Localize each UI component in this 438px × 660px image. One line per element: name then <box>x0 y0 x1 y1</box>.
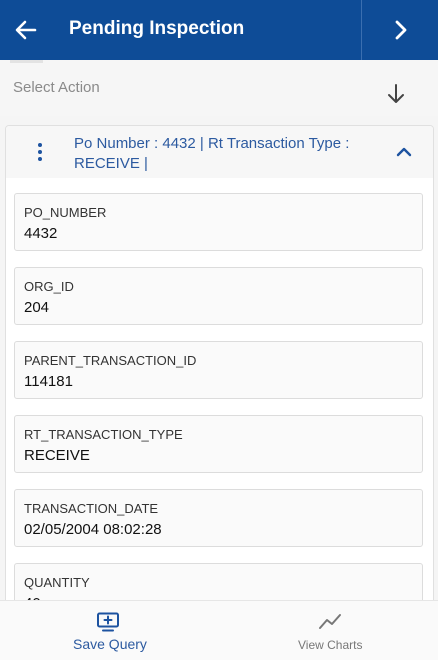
monitor-plus-icon <box>97 612 119 632</box>
field-label: PO_NUMBER <box>24 205 107 220</box>
line-chart-icon <box>319 614 341 629</box>
field-org-id: ORG_ID 204 <box>14 267 423 325</box>
field-value: 4432 <box>24 225 58 242</box>
header-divider <box>361 0 362 60</box>
field-label: QUANTITY <box>24 575 90 590</box>
view-charts-label: View Charts <box>298 638 363 652</box>
select-action-label: Select Action <box>13 79 100 96</box>
app-header: Pending Inspection <box>0 0 438 60</box>
save-query-button[interactable]: Save Query <box>60 601 155 660</box>
field-value: RECEIVE <box>24 447 90 464</box>
field-parent-transaction-id: PARENT_TRANSACTION_ID 114181 <box>14 341 423 399</box>
record-card: Po Number : 4432 | Rt Transaction Type :… <box>5 125 434 617</box>
field-label: RT_TRANSACTION_TYPE <box>24 427 183 442</box>
field-label: TRANSACTION_DATE <box>24 501 159 516</box>
field-value: 114181 <box>24 373 73 390</box>
field-label: ORG_ID <box>24 279 74 294</box>
field-po-number: PO_NUMBER 4432 <box>14 193 423 251</box>
field-label: PARENT_TRANSACTION_ID <box>24 353 197 368</box>
card-header[interactable]: Po Number : 4432 | Rt Transaction Type :… <box>6 126 433 178</box>
save-query-label: Save Query <box>73 636 147 652</box>
chevron-up-icon[interactable] <box>394 142 414 162</box>
chevron-right-icon[interactable] <box>388 16 414 44</box>
arrow-left-icon[interactable] <box>12 16 40 44</box>
page-title: Pending Inspection <box>69 18 245 39</box>
view-charts-button[interactable]: View Charts <box>283 601 378 660</box>
action-tab-indicator <box>10 60 43 63</box>
field-transaction-date: TRANSACTION_DATE 02/05/2004 08:02:28 <box>14 489 423 547</box>
select-action-bar[interactable]: Select Action <box>0 60 438 116</box>
field-rt-transaction-type: RT_TRANSACTION_TYPE RECEIVE <box>14 415 423 473</box>
card-title: Po Number : 4432 | Rt Transaction Type :… <box>74 135 350 172</box>
kebab-menu-icon[interactable] <box>36 143 44 163</box>
field-value: 02/05/2004 08:02:28 <box>24 521 162 538</box>
bottom-nav: Save Query View Charts <box>0 600 438 660</box>
field-value: 204 <box>24 299 50 316</box>
arrow-down-icon[interactable] <box>383 81 409 107</box>
